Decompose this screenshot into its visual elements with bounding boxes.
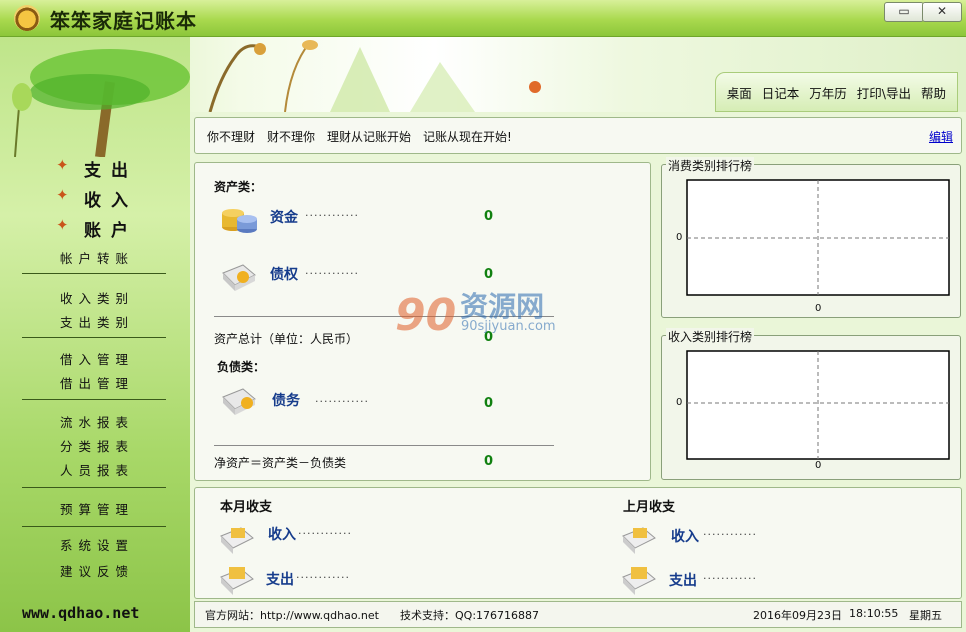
debt-icon (222, 388, 256, 415)
status-bar: 官方网站：http://www.qdhao.net 技术支持：QQ:176716… (194, 601, 962, 628)
expense-box-icon (220, 567, 254, 595)
sidebar-item-category-report[interactable]: 分类报表 (60, 436, 134, 455)
credit-label[interactable]: 债权 (270, 264, 298, 284)
nav-calendar[interactable]: 万年历 (809, 83, 847, 102)
this-month-income-label[interactable]: 收入 (268, 524, 296, 544)
fund-value: 0 (484, 209, 494, 224)
watermark: 90 资源网 90sjiyuan.com (395, 285, 556, 341)
sidebar-item-settings[interactable]: 系统设置 (60, 535, 134, 554)
motto-bar: 你不理财 财不理你 理财从记账开始 记账从现在开始! 编辑 (194, 117, 962, 154)
sidebar-item-label: 支出 (84, 161, 138, 181)
sidebar-item-feedback[interactable]: 建议反馈 (60, 561, 134, 580)
sidebar-item-label: 收入 (84, 191, 138, 211)
sidebar-item-expense-category[interactable]: 支出类别 (60, 312, 134, 331)
sidebar-item-flow-report[interactable]: 流水报表 (60, 412, 134, 431)
close-button[interactable]: ✕ (922, 2, 962, 22)
income-chart-panel: 收入类别排行榜 0 0 (661, 328, 961, 480)
x-tick-label: 0 (815, 303, 822, 314)
assets-total-label: 资产总计（单位：人民币） (214, 332, 359, 346)
expense-chart-panel: 消费类别排行榜 0 0 (661, 157, 961, 318)
sidebar-item-lend-out[interactable]: 借出管理 (60, 373, 134, 392)
butterfly-icon: ✦ (56, 156, 69, 174)
motto-text: 你不理财 财不理你 理财从记账开始 记账从现在开始! (207, 130, 512, 144)
this-month-heading: 本月收支 (220, 500, 273, 515)
net-assets-value: 0 (484, 454, 494, 469)
dots: ············ (703, 528, 757, 541)
watermark-number: 90 (395, 290, 457, 341)
credit-value: 0 (484, 267, 494, 282)
expense-chart (686, 179, 950, 296)
sidebar-item-member-report[interactable]: 人员报表 (60, 460, 134, 479)
assets-panel: 资产类： 资金 ············ 0 债权 ············ 0… (194, 162, 651, 481)
title-bar: 笨笨家庭记账本 ▭ ✕ (0, 0, 966, 37)
last-month-income-label[interactable]: 收入 (671, 526, 699, 546)
expense-box-icon (622, 567, 656, 595)
app-title: 笨笨家庭记账本 (50, 9, 197, 33)
nav-print-export[interactable]: 打印\导出 (857, 83, 911, 102)
sidebar: ✦ 支出 ✦ 收入 ✦ 账户 帐户转账 收入类别 支出类别 借入管理 借出管理 … (0, 37, 190, 632)
sidebar-item-expense[interactable]: ✦ 支出 (56, 156, 138, 181)
debt-label[interactable]: 债务 (272, 390, 300, 410)
sidebar-item-borrow-in[interactable]: 借入管理 (60, 349, 134, 368)
palm-tree-decoration (12, 49, 190, 157)
sidebar-item-label: 账户 (84, 221, 138, 241)
sidebar-item-budget[interactable]: 预算管理 (60, 499, 134, 518)
divider (22, 399, 166, 400)
app-icon (14, 5, 40, 31)
watermark-sub: 90sjiyuan.com (461, 319, 556, 334)
dots: ············ (703, 572, 757, 585)
dots: ············ (305, 267, 359, 280)
footer-url[interactable]: www.qdhao.net (22, 604, 139, 622)
divider (22, 273, 166, 274)
nav-diary[interactable]: 日记本 (762, 83, 800, 102)
net-assets-label: 净资产＝资产类－负债类 (214, 456, 347, 470)
status-website: 官方网站：http://www.qdhao.net (205, 609, 379, 622)
dots: ············ (315, 395, 369, 408)
sidebar-item-account[interactable]: ✦ 账户 (56, 216, 138, 241)
butterfly-icon: ✦ (56, 186, 69, 204)
income-box-icon (622, 527, 656, 554)
butterfly-icon: ✦ (56, 216, 69, 234)
income-chart (686, 350, 950, 460)
monthly-summary-panel: 本月收支 收入 ············ 支出 ············ 上月收… (194, 487, 962, 599)
dots: ············ (296, 571, 350, 584)
income-box-icon (220, 527, 254, 554)
status-support: 技术支持：QQ:176716887 (400, 609, 540, 622)
liabilities-heading: 负债类： (217, 360, 266, 374)
minimize-button[interactable]: ▭ (884, 2, 924, 22)
status-date: 2016年09月23日 (753, 609, 842, 622)
fund-label[interactable]: 资金 (270, 207, 298, 227)
sidebar-item-income-category[interactable]: 收入类别 (60, 288, 134, 307)
last-month-heading: 上月收支 (623, 500, 676, 515)
y-tick-label: 0 (676, 397, 683, 408)
edit-link[interactable]: 编辑 (929, 128, 953, 145)
credit-icon (222, 264, 256, 291)
divider (22, 526, 166, 527)
last-month-expense-label[interactable]: 支出 (669, 570, 697, 590)
status-weekday: 星期五 (909, 609, 942, 622)
sidebar-item-income[interactable]: ✦ 收入 (56, 186, 138, 211)
top-nav: 桌面 日记本 万年历 打印\导出 帮助 (714, 72, 958, 112)
dots: ············ (298, 527, 352, 540)
debt-value: 0 (484, 396, 494, 411)
nav-help[interactable]: 帮助 (921, 83, 946, 102)
assets-heading: 资产类： (214, 180, 263, 194)
banner-decoration (208, 40, 541, 112)
sidebar-item-transfer[interactable]: 帐户转账 (60, 248, 134, 267)
divider (214, 445, 554, 446)
divider (22, 487, 166, 488)
divider (22, 337, 166, 338)
this-month-expense-label[interactable]: 支出 (266, 569, 294, 589)
y-tick-label: 0 (676, 232, 683, 243)
coins-icon (222, 209, 257, 233)
status-time: 18:10:55 (849, 607, 899, 620)
dots: ············ (305, 209, 359, 222)
nav-desktop[interactable]: 桌面 (727, 83, 752, 102)
x-tick-label: 0 (815, 460, 822, 471)
